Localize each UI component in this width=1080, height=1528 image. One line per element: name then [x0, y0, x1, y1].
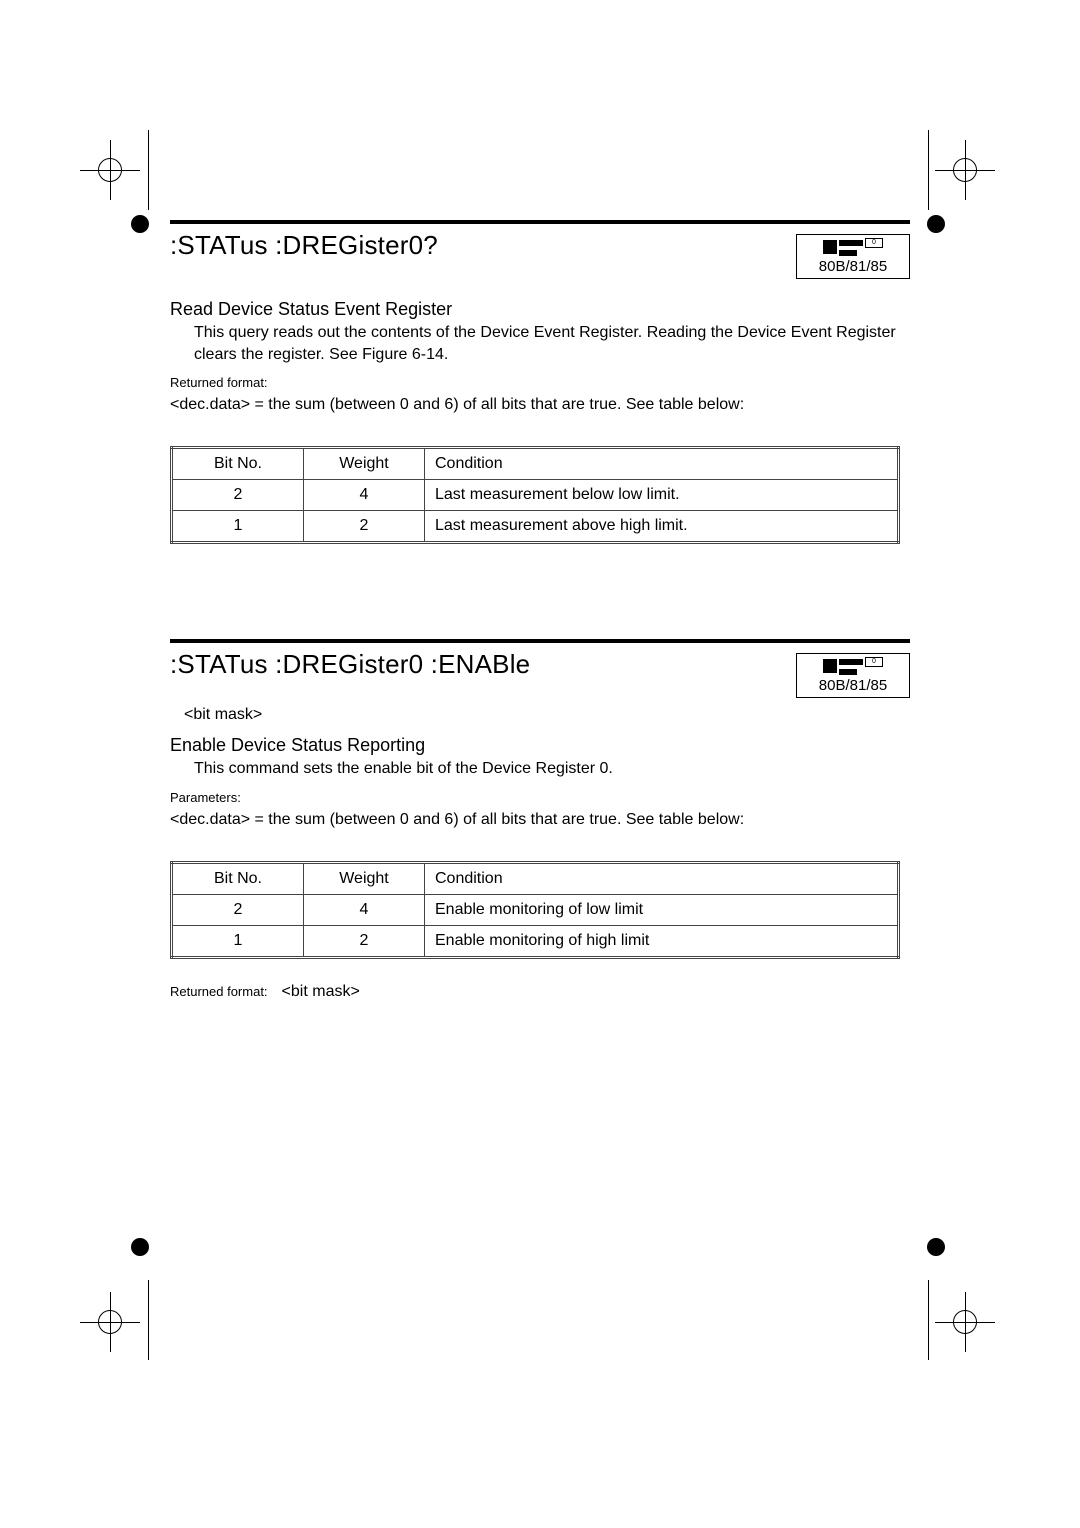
- table-cell: 1: [172, 925, 304, 957]
- section-divider: [170, 220, 910, 224]
- table-cell: Last measurement above high limit.: [425, 510, 899, 542]
- table-row: 1 2 Enable monitoring of high limit: [172, 925, 899, 957]
- returned-format-label: Returned format:: [170, 375, 910, 390]
- device-label: 80B/81/85: [803, 258, 903, 275]
- table-cell: 2: [304, 925, 425, 957]
- crop-mark-icon: [80, 140, 140, 200]
- table-header: Weight: [304, 862, 425, 894]
- table-cell: 2: [172, 894, 304, 925]
- device-icon: 0: [803, 657, 903, 675]
- returned-format-text: <bit mask>: [282, 981, 360, 1003]
- section-divider: [170, 639, 910, 643]
- crop-line-icon: [148, 130, 149, 210]
- table-row: 2 4 Last measurement below low limit.: [172, 479, 899, 510]
- table-cell: Last measurement below low limit.: [425, 479, 899, 510]
- parameters-label: Parameters:: [170, 790, 910, 805]
- table-cell: Enable monitoring of high limit: [425, 925, 899, 957]
- bit-table: Bit No. Weight Condition 2 4 Enable moni…: [170, 861, 900, 959]
- crop-line-icon: [928, 1280, 929, 1360]
- subheading: Read Device Status Event Register: [170, 299, 910, 320]
- crop-mark-icon: [935, 140, 995, 200]
- returned-format-text: <dec.data> = the sum (between 0 and 6) o…: [170, 394, 910, 416]
- table-header: Bit No.: [172, 447, 304, 479]
- subheading: Enable Device Status Reporting: [170, 735, 910, 756]
- table-cell: 2: [172, 479, 304, 510]
- section-title: :STATus :DREGister0 :ENABle: [170, 649, 530, 680]
- crop-mark-icon: [80, 1292, 140, 1352]
- section-title: :STATus :DREGister0?: [170, 230, 438, 261]
- parameters-text: <dec.data> = the sum (between 0 and 6) o…: [170, 809, 910, 831]
- table-header: Weight: [304, 447, 425, 479]
- returned-format-label: Returned format:: [170, 984, 268, 999]
- table-row: 1 2 Last measurement above high limit.: [172, 510, 899, 542]
- table-header: Bit No.: [172, 862, 304, 894]
- table-cell: Enable monitoring of low limit: [425, 894, 899, 925]
- device-icon: 0: [803, 238, 903, 256]
- device-applicability-box: 0 80B/81/85: [796, 234, 910, 279]
- table-cell: 4: [304, 479, 425, 510]
- argument-text: <bit mask>: [184, 704, 910, 726]
- table-row: 2 4 Enable monitoring of low limit: [172, 894, 899, 925]
- table-header-row: Bit No. Weight Condition: [172, 862, 899, 894]
- table-header: Condition: [425, 862, 899, 894]
- device-applicability-box: 0 80B/81/85: [796, 653, 910, 698]
- table-cell: 4: [304, 894, 425, 925]
- table-header-row: Bit No. Weight Condition: [172, 447, 899, 479]
- description-text: This command sets the enable bit of the …: [194, 758, 910, 780]
- description-text: This query reads out the contents of the…: [194, 322, 910, 365]
- crop-mark-icon: [935, 1292, 995, 1352]
- crop-dot-icon: [131, 1238, 149, 1256]
- device-label: 80B/81/85: [803, 677, 903, 694]
- table-cell: 1: [172, 510, 304, 542]
- crop-line-icon: [928, 130, 929, 210]
- table-cell: 2: [304, 510, 425, 542]
- table-header: Condition: [425, 447, 899, 479]
- crop-dot-icon: [927, 215, 945, 233]
- bit-table: Bit No. Weight Condition 2 4 Last measur…: [170, 446, 900, 544]
- crop-dot-icon: [131, 215, 149, 233]
- crop-dot-icon: [927, 1238, 945, 1256]
- crop-line-icon: [148, 1280, 149, 1360]
